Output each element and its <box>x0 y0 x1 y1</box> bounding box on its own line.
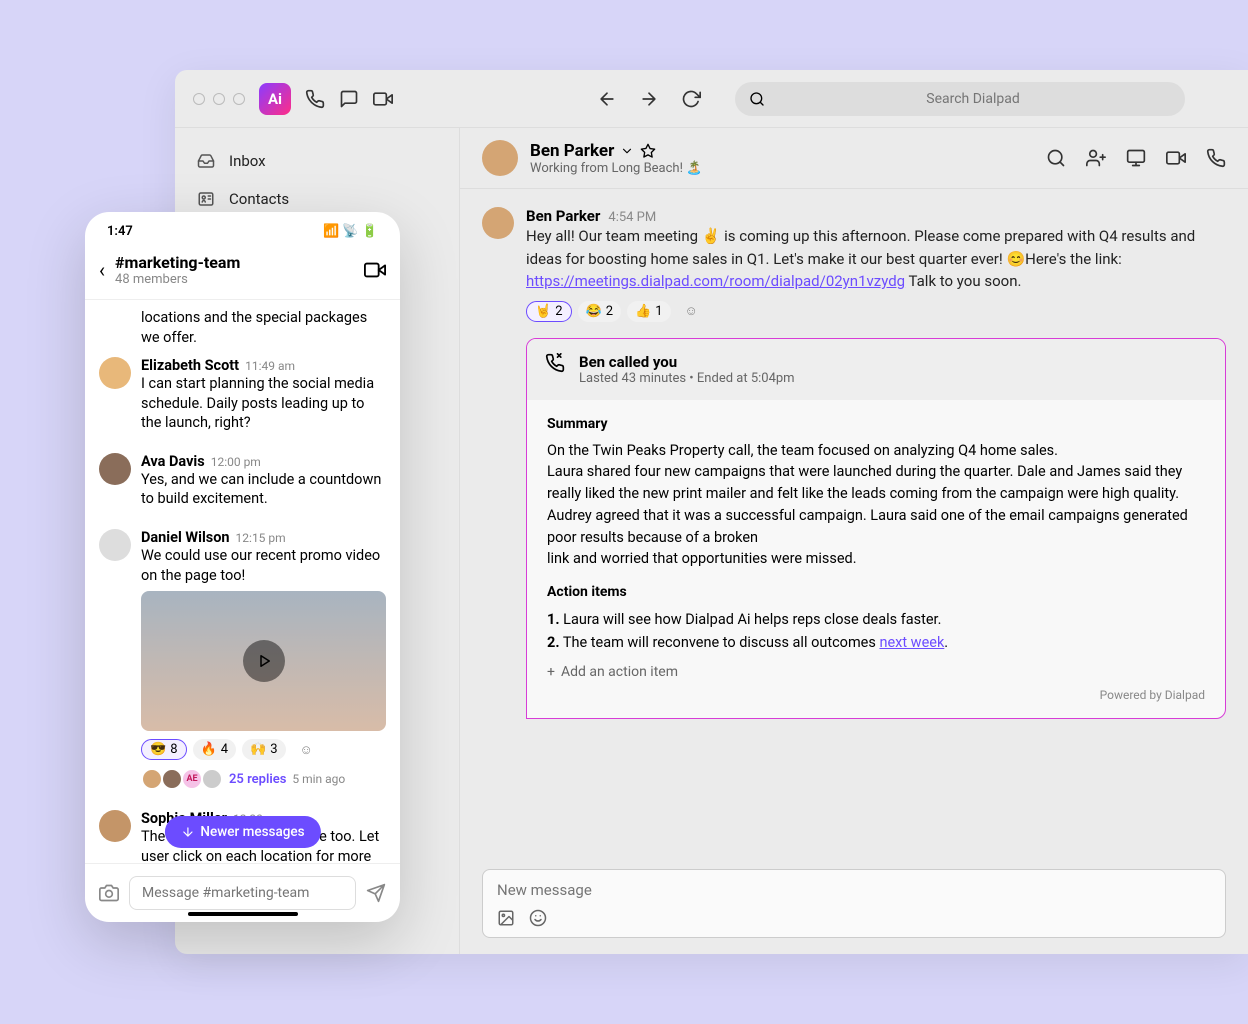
action-items-label: Action items <box>547 584 1205 600</box>
window-controls[interactable] <box>193 93 245 105</box>
powered-by: Powered by Dialpad <box>547 688 1205 702</box>
search-bar[interactable] <box>735 82 1185 116</box>
titlebar: Ai <box>175 70 1248 128</box>
channel-header: ‹ #marketing-team 48 members <box>85 245 400 299</box>
summary-label: Summary <box>547 416 1205 432</box>
msg-author: Daniel Wilson <box>141 529 230 546</box>
compose-input[interactable] <box>497 881 1211 899</box>
channel-name[interactable]: #marketing-team <box>115 253 240 272</box>
msg-time: 12:15 pm <box>236 531 286 545</box>
back-button[interactable]: ‹ <box>99 258 105 282</box>
avatar <box>99 453 131 485</box>
chat-icon[interactable] <box>339 89 359 109</box>
msg-text: We could use our recent promo video on t… <box>141 546 386 585</box>
star-icon[interactable] <box>640 143 656 159</box>
arrow-down-icon <box>180 825 194 839</box>
msg-text: Hey all! Our team meeting ✌️ is coming u… <box>526 225 1226 293</box>
message: Elizabeth Scott 11:49 am I can start plan… <box>99 347 386 443</box>
reload-icon[interactable] <box>681 89 701 109</box>
msg-time: 11:49 am <box>245 359 295 373</box>
next-week-link[interactable]: next week <box>879 634 944 651</box>
app-logo: Ai <box>259 83 291 115</box>
avatar <box>482 140 518 176</box>
reaction[interactable]: 🤘2 <box>526 301 572 322</box>
reaction[interactable]: 😂2 <box>578 301 622 322</box>
action-item: 1. Laura will see how Dialpad Ai helps r… <box>547 608 1205 631</box>
clock: 1:47 <box>107 224 133 239</box>
phone-call-icon[interactable] <box>1206 148 1226 168</box>
msg-time: 12:00 pm <box>211 455 261 469</box>
call-meta: Lasted 43 minutes • Ended at 5:04pm <box>579 371 795 386</box>
status-bar: 1:47 📶 📡 🔋 <box>85 212 400 245</box>
avatar <box>482 207 514 239</box>
chat-header: Ben Parker Working from Long Beach! 🏝️ <box>460 128 1248 189</box>
video-call-icon[interactable] <box>1166 148 1186 168</box>
reaction[interactable]: 🙌3 <box>242 739 286 760</box>
msg-author: Elizabeth Scott <box>141 357 239 374</box>
emoji-icon[interactable] <box>529 909 547 927</box>
member-count: 48 members <box>115 272 240 287</box>
reaction[interactable]: 🔥4 <box>193 739 237 760</box>
status-icons: 📶 📡 🔋 <box>323 224 378 239</box>
reactions: 🤘2 😂2 👍1 ☺ <box>526 301 1226 322</box>
video-icon[interactable] <box>373 89 393 109</box>
search-icon <box>749 91 765 107</box>
home-indicator <box>188 912 298 916</box>
reactions: 😎8 🔥4 🙌3 ☺ <box>141 739 386 760</box>
nav-inbox[interactable]: Inbox <box>175 142 459 180</box>
chat-title: Ben Parker <box>530 141 614 161</box>
call-icon <box>545 353 565 373</box>
video-attachment[interactable] <box>141 591 386 731</box>
composer <box>460 853 1248 954</box>
msg-author: Ava Davis <box>141 453 205 470</box>
avatar <box>99 357 131 389</box>
image-icon[interactable] <box>497 909 515 927</box>
search-icon[interactable] <box>1046 148 1066 168</box>
message: Daniel Wilson 12:15 pm We could use our r… <box>99 519 386 800</box>
msg-author: Ben Parker <box>526 207 600 225</box>
add-user-icon[interactable] <box>1086 148 1106 168</box>
phone-icon[interactable] <box>305 89 325 109</box>
chevron-down-icon[interactable] <box>620 144 634 158</box>
reaction[interactable]: 👍1 <box>627 301 671 322</box>
send-icon[interactable] <box>366 883 386 903</box>
nav-label: Contacts <box>229 190 289 208</box>
play-icon <box>243 640 285 682</box>
add-reaction[interactable]: ☺ <box>292 739 321 760</box>
add-reaction[interactable]: ☺ <box>677 301 706 322</box>
msg-text: I can start planning the social media sc… <box>141 374 386 433</box>
chat-pane: Ben Parker Working from Long Beach! 🏝️ <box>460 128 1248 954</box>
call-summary-card: Ben called you Lasted 43 minutes • Ended… <box>526 338 1226 720</box>
reaction[interactable]: 😎8 <box>141 739 187 760</box>
message: Ben Parker 4:54 PM Hey all! Our team mee… <box>482 207 1226 322</box>
back-icon[interactable] <box>597 89 617 109</box>
message-input[interactable] <box>129 876 356 910</box>
avatar <box>99 529 131 561</box>
call-title: Ben called you <box>579 353 795 371</box>
thread-replies[interactable]: AE 25 replies 5 min ago <box>141 768 386 790</box>
mobile-screen: 1:47 📶 📡 🔋 ‹ #marketing-team 48 members … <box>85 212 400 922</box>
meeting-link[interactable]: https://meetings.dialpad.com/room/dialpa… <box>526 272 905 290</box>
summary-text: On the Twin Peaks Property call, the tea… <box>547 440 1205 571</box>
forward-icon[interactable] <box>639 89 659 109</box>
contacts-icon <box>197 190 215 208</box>
add-action-item[interactable]: +Add an action item <box>547 664 1205 680</box>
search-input[interactable] <box>775 91 1171 107</box>
screen-icon[interactable] <box>1126 148 1146 168</box>
msg-continuation: locations and the special packages we of… <box>99 300 386 347</box>
msg-text: Yes, and we can include a countdown to b… <box>141 470 386 509</box>
chat-status: Working from Long Beach! 🏝️ <box>530 161 702 176</box>
message-feed[interactable]: locations and the special packages we of… <box>85 299 400 863</box>
newer-messages-button[interactable]: Newer messages <box>164 816 320 848</box>
avatar <box>99 810 131 842</box>
message: Ava Davis 12:00 pm Yes, and we can includ… <box>99 443 386 519</box>
inbox-icon <box>197 152 215 170</box>
video-icon[interactable] <box>364 259 386 281</box>
camera-icon[interactable] <box>99 883 119 903</box>
action-item: 2. The team will reconvene to discuss al… <box>547 631 1205 654</box>
msg-time: 4:54 PM <box>608 210 656 225</box>
nav-label: Inbox <box>229 152 266 170</box>
